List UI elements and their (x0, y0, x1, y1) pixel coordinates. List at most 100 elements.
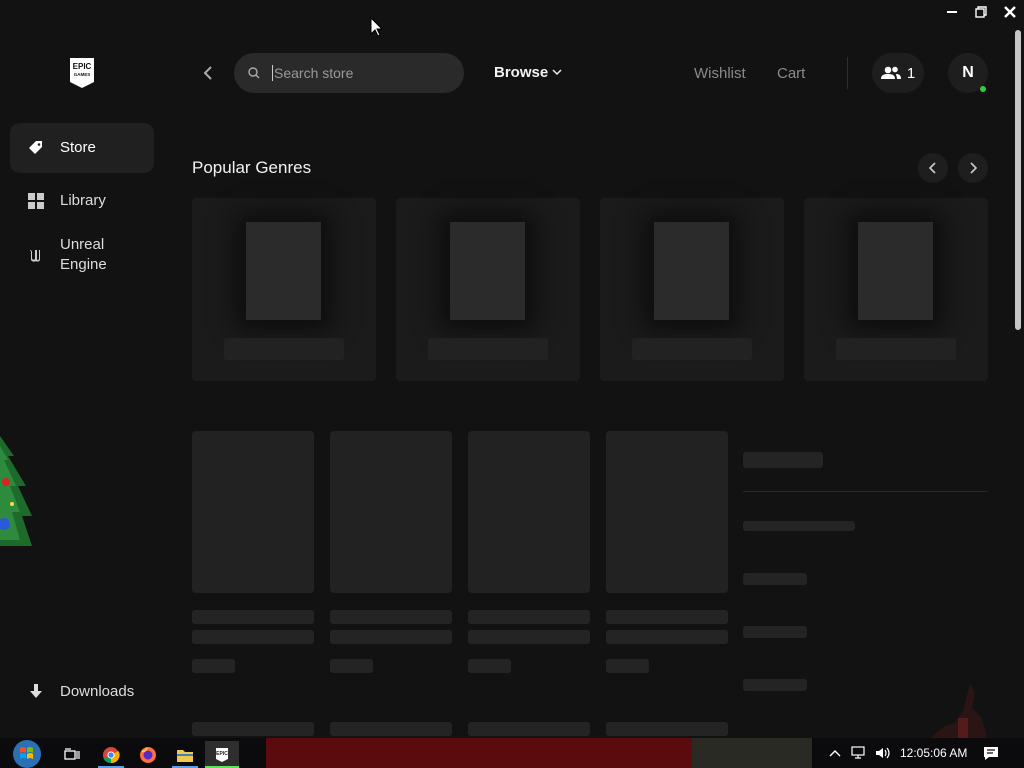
svg-text:EPIC: EPIC (216, 751, 228, 757)
sidepanel-item-placeholder (743, 573, 807, 585)
genre-label-placeholder (632, 338, 752, 360)
restore-button[interactable] (966, 0, 995, 24)
desktop-character-decoration (930, 683, 987, 738)
sidebar-item-label: Unreal Engine (60, 236, 107, 273)
carousel-prev-button[interactable] (918, 153, 948, 183)
next-row-placeholder (468, 722, 590, 736)
sidepanel-item-placeholder (743, 679, 807, 691)
sidebar-item-label: Store (60, 139, 96, 156)
scrollbar[interactable] (1012, 24, 1024, 738)
taskbar: EPIC 12:05:06 AM (0, 738, 1024, 768)
subtitle-placeholder (606, 630, 728, 644)
chevron-left-icon (929, 162, 936, 174)
svg-text:GAMES: GAMES (74, 72, 91, 77)
sidepanel-item-placeholder (743, 521, 855, 531)
genre-cover-placeholder (654, 222, 729, 320)
section-title: Popular Genres (192, 158, 312, 177)
subtitle-placeholder (330, 630, 452, 644)
next-row-placeholder (192, 722, 314, 736)
taskbar-firefox[interactable] (131, 741, 165, 768)
taskbar-epic-games[interactable]: EPIC (205, 741, 239, 768)
subtitle-placeholder (468, 630, 590, 644)
window-controls (937, 0, 1024, 24)
taskbar-file-explorer[interactable] (168, 741, 202, 768)
friends-button[interactable]: 1 (872, 53, 924, 93)
cart-link[interactable]: Cart (777, 65, 805, 82)
header-divider (847, 57, 848, 89)
wishlist-link[interactable]: Wishlist (694, 65, 746, 82)
taskbar-clock[interactable]: 12:05:06 AM (900, 746, 967, 760)
back-button[interactable] (198, 62, 218, 84)
genre-card-placeholder[interactable] (192, 198, 376, 381)
notification-icon (984, 746, 998, 760)
game-tile-placeholder[interactable] (192, 431, 314, 593)
search-bar[interactable] (234, 53, 464, 93)
game-tile-placeholder[interactable] (330, 431, 452, 593)
firefox-icon (140, 746, 156, 763)
grid-icon (28, 193, 44, 209)
christmas-tree-decoration (0, 436, 32, 546)
genre-label-placeholder (428, 338, 548, 360)
genre-card-placeholder[interactable] (396, 198, 580, 381)
svg-text:EPIC: EPIC (73, 62, 92, 71)
online-status-dot (980, 86, 986, 92)
carousel-next-button[interactable] (958, 153, 988, 183)
next-row-placeholder (606, 722, 728, 736)
chevron-right-icon (970, 162, 977, 174)
action-center-button[interactable] (978, 738, 1004, 768)
genre-cover-placeholder (246, 222, 321, 320)
unreal-icon (28, 247, 44, 263)
download-icon (28, 683, 44, 700)
epic-games-logo[interactable]: EPIC GAMES (69, 57, 95, 89)
genre-cover-placeholder (858, 222, 933, 320)
tag-icon (28, 140, 44, 156)
title-placeholder (606, 610, 728, 624)
genre-cover-placeholder (450, 222, 525, 320)
search-input[interactable] (272, 65, 442, 81)
downloads-label: Downloads (60, 683, 135, 700)
sidepanel-divider (743, 491, 988, 492)
friends-icon (880, 66, 901, 79)
task-view-button[interactable] (55, 741, 89, 768)
title-placeholder (330, 610, 452, 624)
mouse-cursor (370, 17, 382, 37)
sidepanel-item-placeholder (743, 626, 807, 638)
show-hidden-icons-button[interactable] (826, 738, 844, 768)
genre-label-placeholder (224, 338, 344, 360)
windows-start-icon (13, 740, 41, 768)
sidebar: EPIC GAMES Store Library Unreal Engine D… (0, 0, 164, 738)
subtitle-placeholder (192, 630, 314, 644)
network-tray-button[interactable] (848, 738, 870, 768)
scrollbar-thumb[interactable] (1015, 30, 1021, 330)
sidepanel-title-placeholder (743, 452, 823, 468)
genre-label-placeholder (836, 338, 956, 360)
chevron-up-icon (829, 750, 841, 757)
friends-count: 1 (906, 64, 916, 82)
chrome-icon (103, 746, 120, 763)
taskbar-chrome[interactable] (94, 741, 128, 768)
sidebar-item-store[interactable]: Store (10, 123, 154, 173)
title-placeholder (468, 610, 590, 624)
browse-dropdown[interactable]: Browse (494, 64, 562, 81)
genre-card-placeholder[interactable] (600, 198, 784, 381)
volume-tray-button[interactable] (872, 738, 894, 768)
browse-label: Browse (494, 64, 549, 81)
game-tile-placeholder[interactable] (606, 431, 728, 593)
speaker-icon (876, 747, 890, 759)
sidebar-item-unreal-engine[interactable]: Unreal Engine (10, 229, 154, 281)
minimize-button[interactable] (937, 0, 966, 24)
sidebar-item-downloads[interactable]: Downloads (28, 683, 134, 700)
epic-games-icon: EPIC (216, 747, 228, 762)
start-button[interactable] (8, 738, 46, 768)
game-tile-placeholder[interactable] (468, 431, 590, 593)
avatar[interactable]: N (948, 53, 988, 93)
task-view-icon (64, 747, 80, 760)
price-placeholder (468, 659, 511, 673)
genre-card-placeholder[interactable] (804, 198, 988, 381)
chevron-down-icon (552, 69, 562, 76)
file-explorer-icon (177, 749, 193, 762)
close-button[interactable] (995, 0, 1024, 24)
search-icon (248, 67, 260, 79)
sidebar-item-label: Library (60, 192, 106, 209)
sidebar-item-library[interactable]: Library (10, 176, 154, 226)
